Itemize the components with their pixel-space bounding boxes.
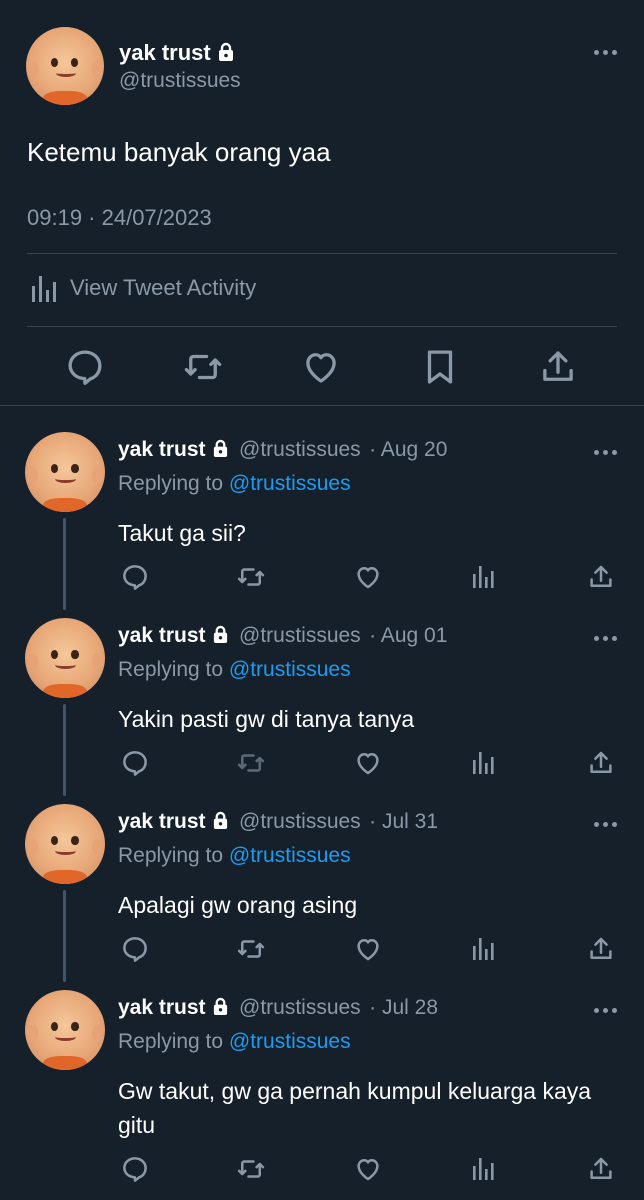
reply-text: Apalagi gw orang asing bbox=[118, 892, 358, 918]
avatar[interactable] bbox=[26, 27, 104, 105]
avatar[interactable] bbox=[25, 618, 105, 698]
main-tweet: yak trust @trustissues Ketemu banyak ora… bbox=[0, 0, 644, 406]
author-name[interactable]: yak trust bbox=[119, 40, 211, 65]
retweet-icon[interactable] bbox=[236, 748, 266, 778]
replying-mention-link[interactable]: @trustissues bbox=[229, 1030, 351, 1053]
replying-to: Replying to @trustissues bbox=[118, 1030, 351, 1054]
reply-tweet[interactable]: yak trust @trustissues · Aug 01 Replying… bbox=[0, 618, 644, 804]
retweet-icon[interactable] bbox=[182, 346, 224, 388]
tweet-action-bar bbox=[0, 344, 644, 392]
reply-icon[interactable] bbox=[120, 1154, 150, 1184]
lock-icon bbox=[217, 42, 235, 62]
like-icon[interactable] bbox=[353, 562, 383, 592]
analytics-icon[interactable] bbox=[469, 1154, 499, 1184]
share-icon[interactable] bbox=[586, 748, 616, 778]
reply-text: Gw takut, gw ga pernah kumpul keluarga k… bbox=[118, 1078, 592, 1138]
author-name-row[interactable]: yak trust bbox=[119, 40, 235, 66]
more-icon[interactable] bbox=[594, 636, 617, 641]
replying-prefix: Replying to bbox=[118, 658, 229, 681]
reply-icon[interactable] bbox=[64, 346, 106, 388]
replying-mention-link[interactable]: @trustissues bbox=[229, 658, 351, 681]
author-name[interactable]: yak trust bbox=[118, 624, 206, 647]
retweet-icon[interactable] bbox=[236, 562, 266, 592]
reply-icon[interactable] bbox=[120, 748, 150, 778]
avatar[interactable] bbox=[25, 432, 105, 512]
share-icon[interactable] bbox=[586, 1154, 616, 1184]
analytics-icon[interactable] bbox=[469, 562, 499, 592]
reply-date[interactable]: · Jul 31 bbox=[369, 810, 438, 833]
share-icon[interactable] bbox=[537, 346, 579, 388]
like-icon[interactable] bbox=[353, 748, 383, 778]
analytics-icon[interactable] bbox=[469, 934, 499, 964]
analytics-icon bbox=[30, 272, 60, 304]
reply-icon[interactable] bbox=[120, 562, 150, 592]
like-icon[interactable] bbox=[300, 346, 342, 388]
replying-mention-link[interactable]: @trustissues bbox=[229, 472, 351, 495]
replying-prefix: Replying to bbox=[118, 1030, 229, 1053]
reply-header: yak trust @trustissues · Jul 28 bbox=[118, 996, 438, 1020]
more-icon[interactable] bbox=[594, 822, 617, 827]
author-name[interactable]: yak trust bbox=[118, 810, 206, 833]
retweet-icon[interactable] bbox=[236, 1154, 266, 1184]
reply-tweet[interactable]: yak trust @trustissues · Jul 28 Replying… bbox=[0, 990, 644, 1200]
avatar[interactable] bbox=[25, 990, 105, 1070]
lock-icon bbox=[212, 439, 229, 458]
more-icon[interactable] bbox=[594, 50, 617, 55]
like-icon[interactable] bbox=[353, 934, 383, 964]
reply-tweet[interactable]: yak trust @trustissues · Aug 20 Replying… bbox=[0, 432, 644, 618]
avatar[interactable] bbox=[25, 804, 105, 884]
replying-prefix: Replying to bbox=[118, 472, 229, 495]
bookmark-icon[interactable] bbox=[419, 346, 461, 388]
reply-tweet[interactable]: yak trust @trustissues · Jul 31 Replying… bbox=[0, 804, 644, 990]
lock-icon bbox=[212, 811, 229, 830]
replying-to: Replying to @trustissues bbox=[118, 472, 351, 496]
lock-icon bbox=[212, 997, 229, 1016]
analytics-icon[interactable] bbox=[469, 748, 499, 778]
author-handle[interactable]: @trustissues bbox=[239, 996, 361, 1019]
tweet-action-bar bbox=[0, 562, 644, 598]
reply-text: Yakin pasti gw di tanya tanya bbox=[118, 706, 415, 732]
view-tweet-activity-label: View Tweet Activity bbox=[70, 275, 257, 300]
tweet-action-bar bbox=[0, 1154, 644, 1190]
reply-text: Takut ga sii? bbox=[118, 520, 246, 546]
tweet-timestamp[interactable]: 09:19 · 24/07/2023 bbox=[27, 205, 212, 231]
tweet-action-bar bbox=[0, 748, 644, 784]
divider bbox=[27, 253, 617, 254]
author-name[interactable]: yak trust bbox=[118, 996, 206, 1019]
author-handle[interactable]: @trustissues bbox=[239, 438, 361, 461]
author-handle[interactable]: @trustissues bbox=[119, 69, 241, 93]
reply-date[interactable]: · Aug 20 bbox=[369, 438, 447, 461]
retweet-icon[interactable] bbox=[236, 934, 266, 964]
reply-header: yak trust @trustissues · Aug 01 bbox=[118, 624, 447, 648]
reply-date[interactable]: · Aug 01 bbox=[369, 624, 447, 647]
replying-to: Replying to @trustissues bbox=[118, 658, 351, 682]
tweet-thread-page: yak trust @trustissues Ketemu banyak ora… bbox=[0, 0, 644, 1200]
replying-mention-link[interactable]: @trustissues bbox=[229, 844, 351, 867]
author-name[interactable]: yak trust bbox=[118, 438, 206, 461]
tweet-action-bar bbox=[0, 934, 644, 970]
like-icon[interactable] bbox=[353, 1154, 383, 1184]
reply-icon[interactable] bbox=[120, 934, 150, 964]
share-icon[interactable] bbox=[586, 562, 616, 592]
view-tweet-activity-link[interactable]: View Tweet Activity bbox=[30, 272, 256, 304]
reply-header: yak trust @trustissues · Jul 31 bbox=[118, 810, 438, 834]
more-icon[interactable] bbox=[594, 1008, 617, 1013]
more-icon[interactable] bbox=[594, 450, 617, 455]
divider bbox=[27, 326, 617, 327]
share-icon[interactable] bbox=[586, 934, 616, 964]
author-handle[interactable]: @trustissues bbox=[239, 624, 361, 647]
replying-to: Replying to @trustissues bbox=[118, 844, 351, 868]
replying-prefix: Replying to bbox=[118, 844, 229, 867]
reply-header: yak trust @trustissues · Aug 20 bbox=[118, 438, 447, 462]
tweet-text: Ketemu banyak orang yaa bbox=[27, 137, 331, 167]
author-handle[interactable]: @trustissues bbox=[239, 810, 361, 833]
reply-date[interactable]: · Jul 28 bbox=[369, 996, 438, 1019]
lock-icon bbox=[212, 625, 229, 644]
